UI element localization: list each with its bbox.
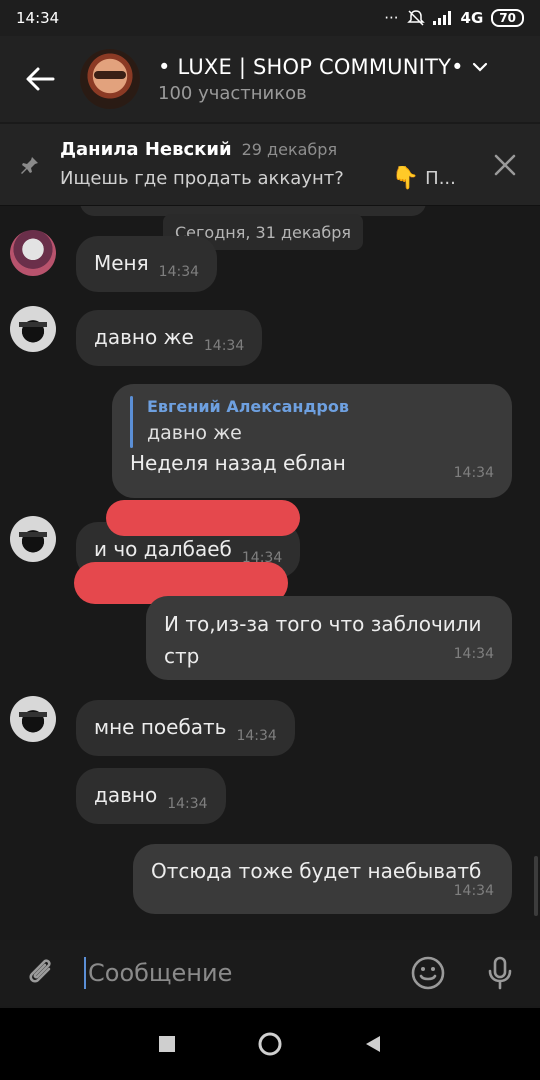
back-button[interactable] xyxy=(0,66,80,92)
message-bubble[interactable]: Меня 14:34 xyxy=(76,236,218,292)
chat-header: • LUXE | SHOP COMMUNITY• 100 участников xyxy=(0,36,540,122)
message-bubble[interactable]: Отсюда тоже будет наебыватб 14:34 xyxy=(133,844,512,914)
status-icons: ··· 4G 70 xyxy=(384,9,524,27)
message-input[interactable]: Сообщение xyxy=(84,957,410,989)
message-time: 14:34 xyxy=(453,465,494,481)
pinned-date: 29 декабря xyxy=(241,139,338,159)
close-icon xyxy=(494,154,516,175)
message-text: И то,из-за того что заблочили стр xyxy=(164,612,482,668)
pinned-ellipsis: П... xyxy=(425,167,456,189)
recent-apps-icon[interactable] xyxy=(157,1034,177,1054)
message-bubble[interactable]: давно же 14:34 xyxy=(76,310,263,366)
reply-author: Евгений Александров xyxy=(147,397,349,416)
message-bubble[interactable]: И то,из-за того что заблочили стр 14:34 xyxy=(146,596,512,680)
message-time: 14:34 xyxy=(203,338,245,354)
pointing-down-emoji: 👇 xyxy=(391,165,420,191)
chat-subtitle: 100 участников xyxy=(158,82,307,104)
red-scribble-top xyxy=(106,500,300,536)
attach-icon xyxy=(29,959,51,983)
system-navigation-bar xyxy=(0,1008,540,1080)
message-text: Неделя назад еблан xyxy=(130,451,346,475)
back-nav-icon[interactable] xyxy=(363,1034,383,1054)
chat-title-block[interactable]: • LUXE | SHOP COMMUNITY• 100 участников xyxy=(158,55,488,104)
message-bubble[interactable]: мне поебать 14:34 xyxy=(76,700,295,756)
message-time: 14:34 xyxy=(158,264,200,280)
mute-bell-icon xyxy=(406,10,425,26)
message-time: 14:34 xyxy=(236,728,277,744)
message-text: Меня xyxy=(94,251,149,275)
message-text: мне поебать xyxy=(94,715,227,739)
message-time: 14:34 xyxy=(167,796,208,812)
message-bubble-reply[interactable]: Евгений Александров давно же Неделя наза… xyxy=(112,384,512,498)
scrollbar[interactable] xyxy=(534,856,538,916)
message-feed[interactable]: Сегодня, 31 декабря Меня 14:34 давно же 14… xyxy=(0,206,540,940)
message-text: Отсюда тоже будет наебыватб xyxy=(151,859,482,883)
emoji-icon[interactable] xyxy=(410,955,446,991)
message-text: давно же xyxy=(94,325,194,349)
message-text: давно xyxy=(94,783,158,807)
battery-indicator: 70 xyxy=(491,9,524,27)
attach-button[interactable] xyxy=(0,957,84,989)
signal-icon xyxy=(432,11,451,25)
status-bar: 14:34 ··· 4G 70 xyxy=(0,0,540,36)
chevron-down-icon[interactable] xyxy=(472,62,488,72)
reply-bar xyxy=(130,396,133,448)
reply-text: давно же xyxy=(147,422,242,444)
pinned-author: Данила Невский xyxy=(60,138,232,160)
network-type: 4G xyxy=(460,9,484,27)
avatar[interactable] xyxy=(10,516,56,562)
composer: Сообщение xyxy=(0,940,540,1006)
text-cursor xyxy=(84,957,86,989)
more-dots-icon: ··· xyxy=(384,9,399,27)
microphone-icon[interactable] xyxy=(486,955,514,991)
message-placeholder: Сообщение xyxy=(88,959,233,987)
home-icon[interactable] xyxy=(257,1031,283,1057)
close-pinned-button[interactable] xyxy=(470,154,540,176)
message-time: 14:34 xyxy=(453,883,494,899)
chat-title: • LUXE | SHOP COMMUNITY• xyxy=(158,54,464,79)
message-bubble[interactable]: давно 14:34 xyxy=(76,768,226,824)
avatar[interactable] xyxy=(10,230,56,276)
message-text: и чо далбаеб xyxy=(94,537,232,561)
status-time: 14:34 xyxy=(16,9,60,27)
back-arrow-icon xyxy=(26,67,55,91)
message-time: 14:34 xyxy=(453,646,494,662)
avatar[interactable] xyxy=(10,306,56,352)
chat-avatar[interactable] xyxy=(80,49,140,109)
pinned-text: Ищешь где продать аккаунт? xyxy=(60,167,344,189)
pin-icon xyxy=(0,155,60,175)
reply-quote[interactable]: Евгений Александров давно же xyxy=(130,396,494,448)
pinned-message[interactable]: Данила Невский 29 декабря Ищешь где прод… xyxy=(0,124,540,206)
avatar[interactable] xyxy=(10,696,56,742)
